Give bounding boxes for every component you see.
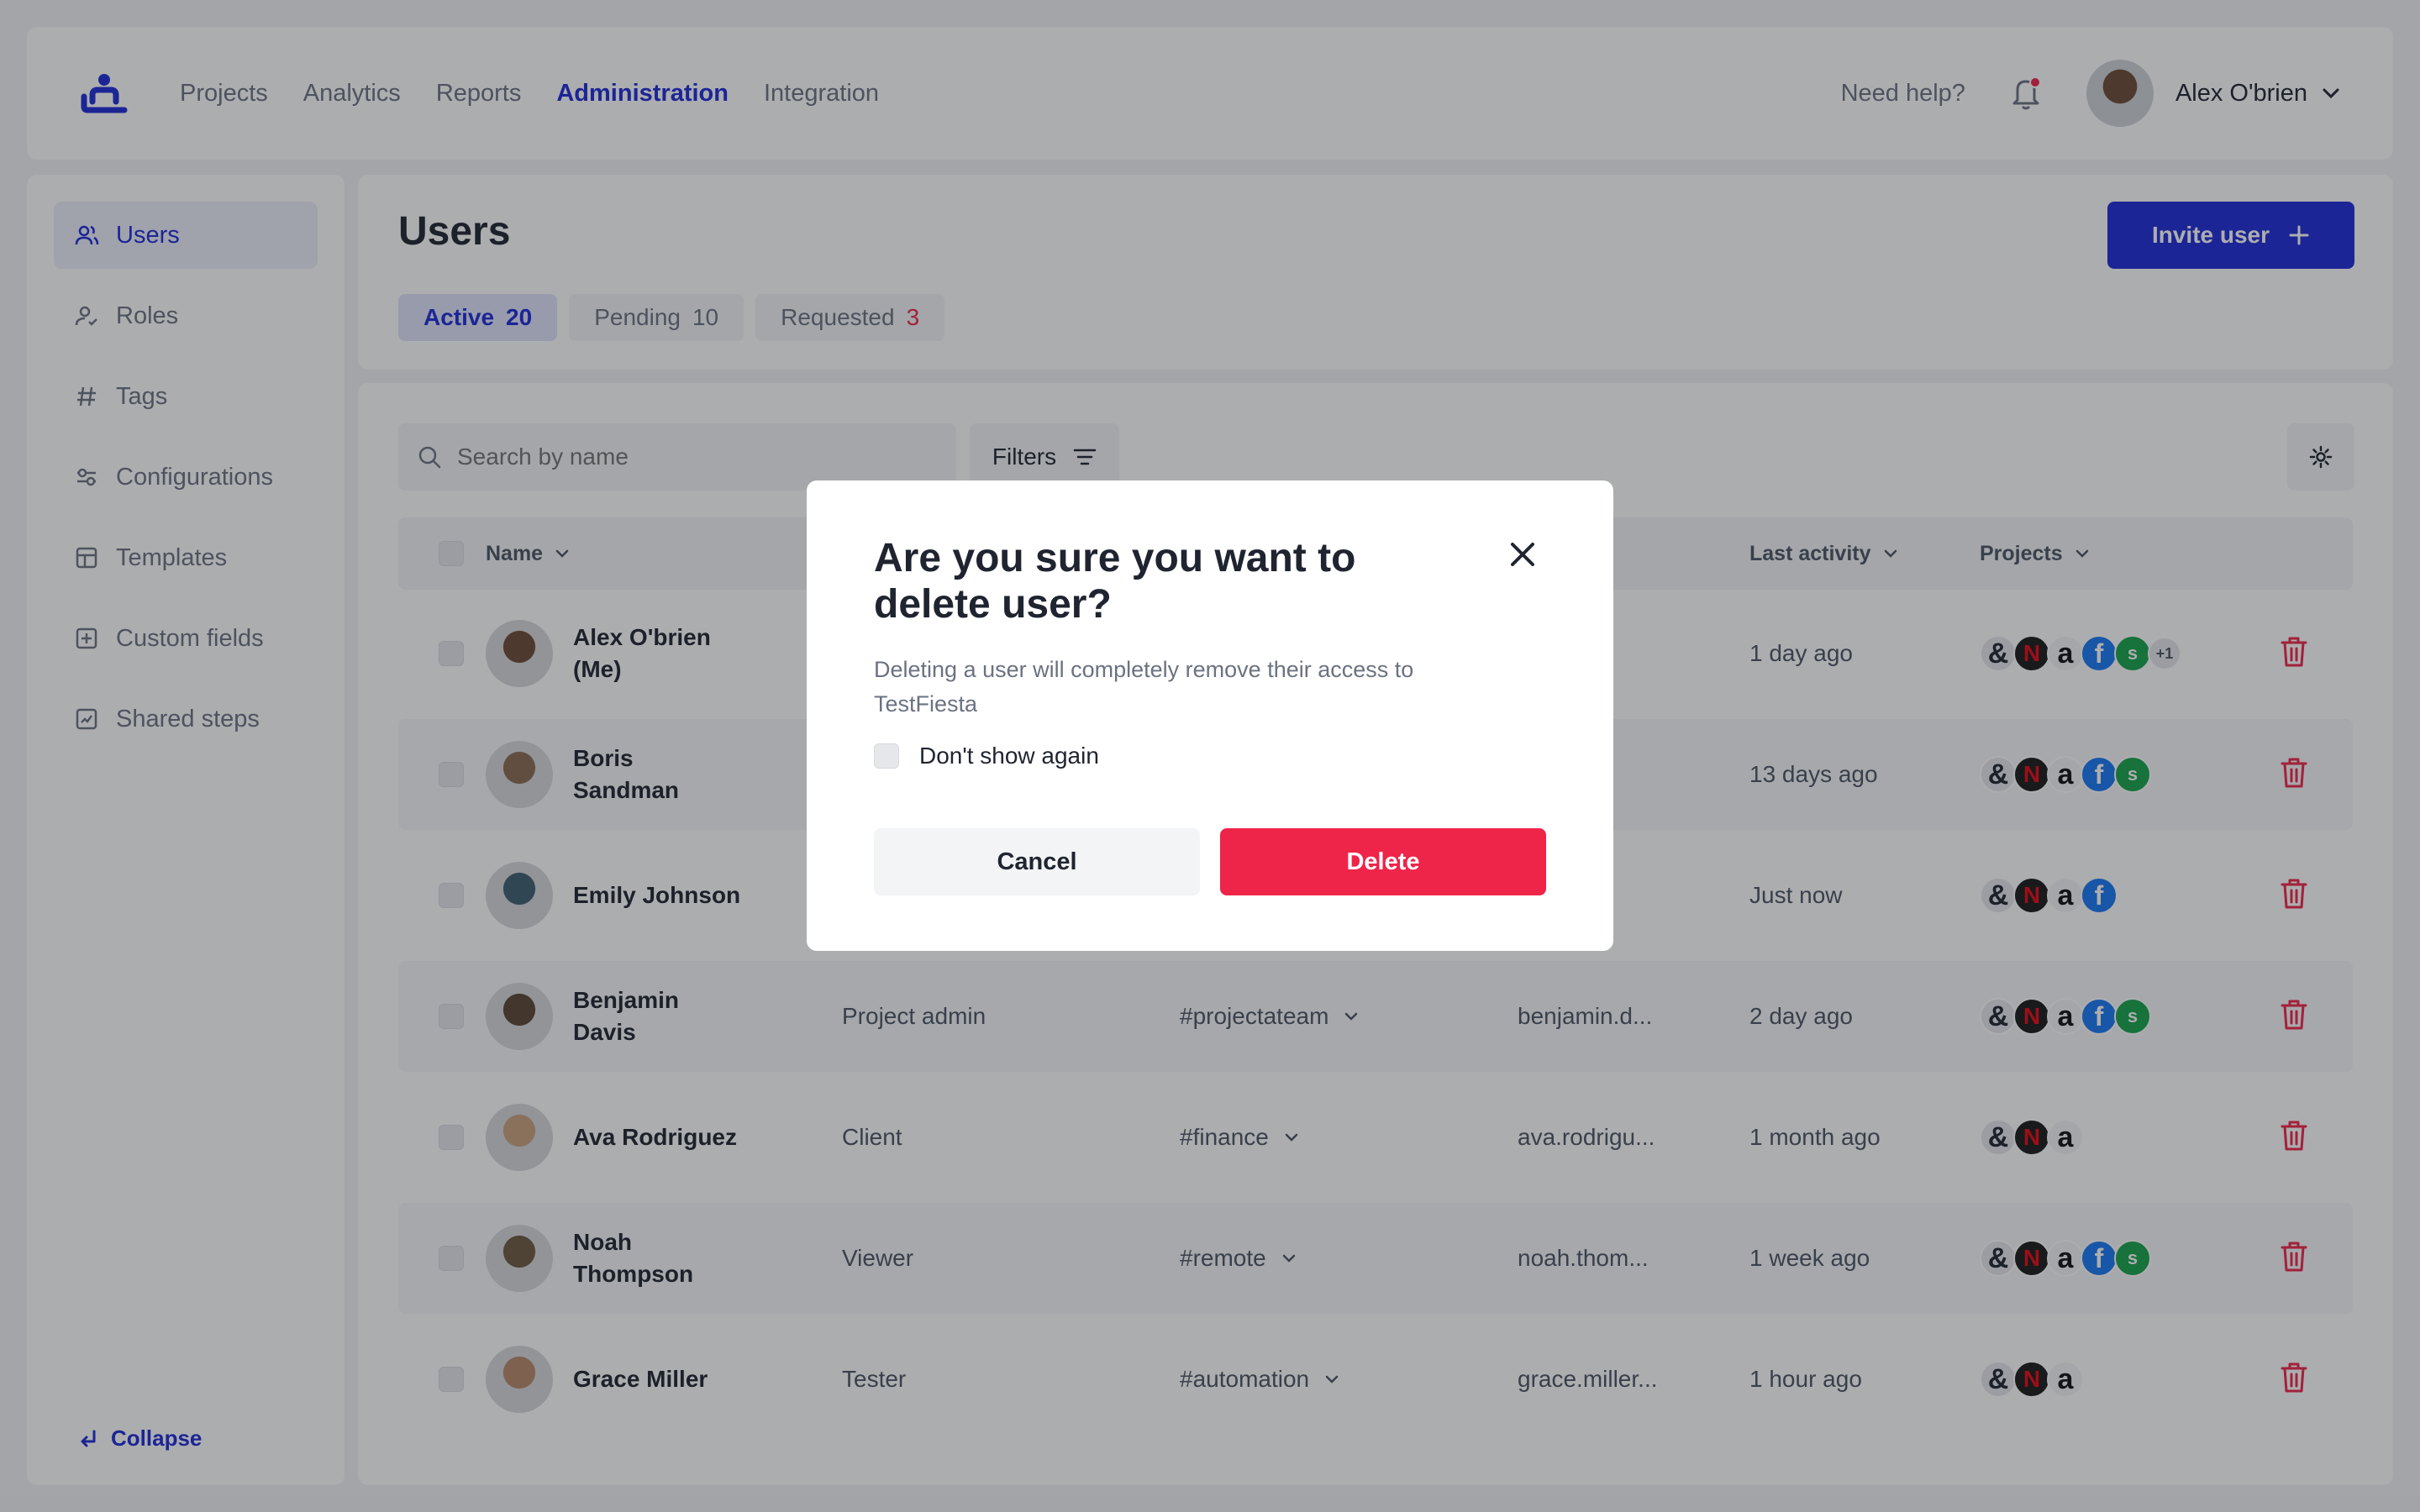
- app-root: Projects Analytics Reports Administratio…: [0, 0, 2420, 1512]
- dont-show-again-checkbox[interactable]: [874, 743, 899, 769]
- dont-show-again-option[interactable]: Don't show again: [874, 743, 1546, 769]
- close-icon[interactable]: [1502, 534, 1543, 575]
- dont-show-again-label: Don't show again: [919, 743, 1099, 769]
- delete-user-dialog: Are you sure you want to delete user? De…: [807, 480, 1613, 951]
- delete-button[interactable]: Delete: [1220, 828, 1546, 895]
- dialog-title: Are you sure you want to delete user?: [874, 536, 1356, 627]
- dialog-description: Deleting a user will completely remove t…: [874, 657, 1414, 717]
- cancel-button[interactable]: Cancel: [874, 828, 1200, 895]
- dialog-actions: Cancel Delete: [874, 828, 1546, 895]
